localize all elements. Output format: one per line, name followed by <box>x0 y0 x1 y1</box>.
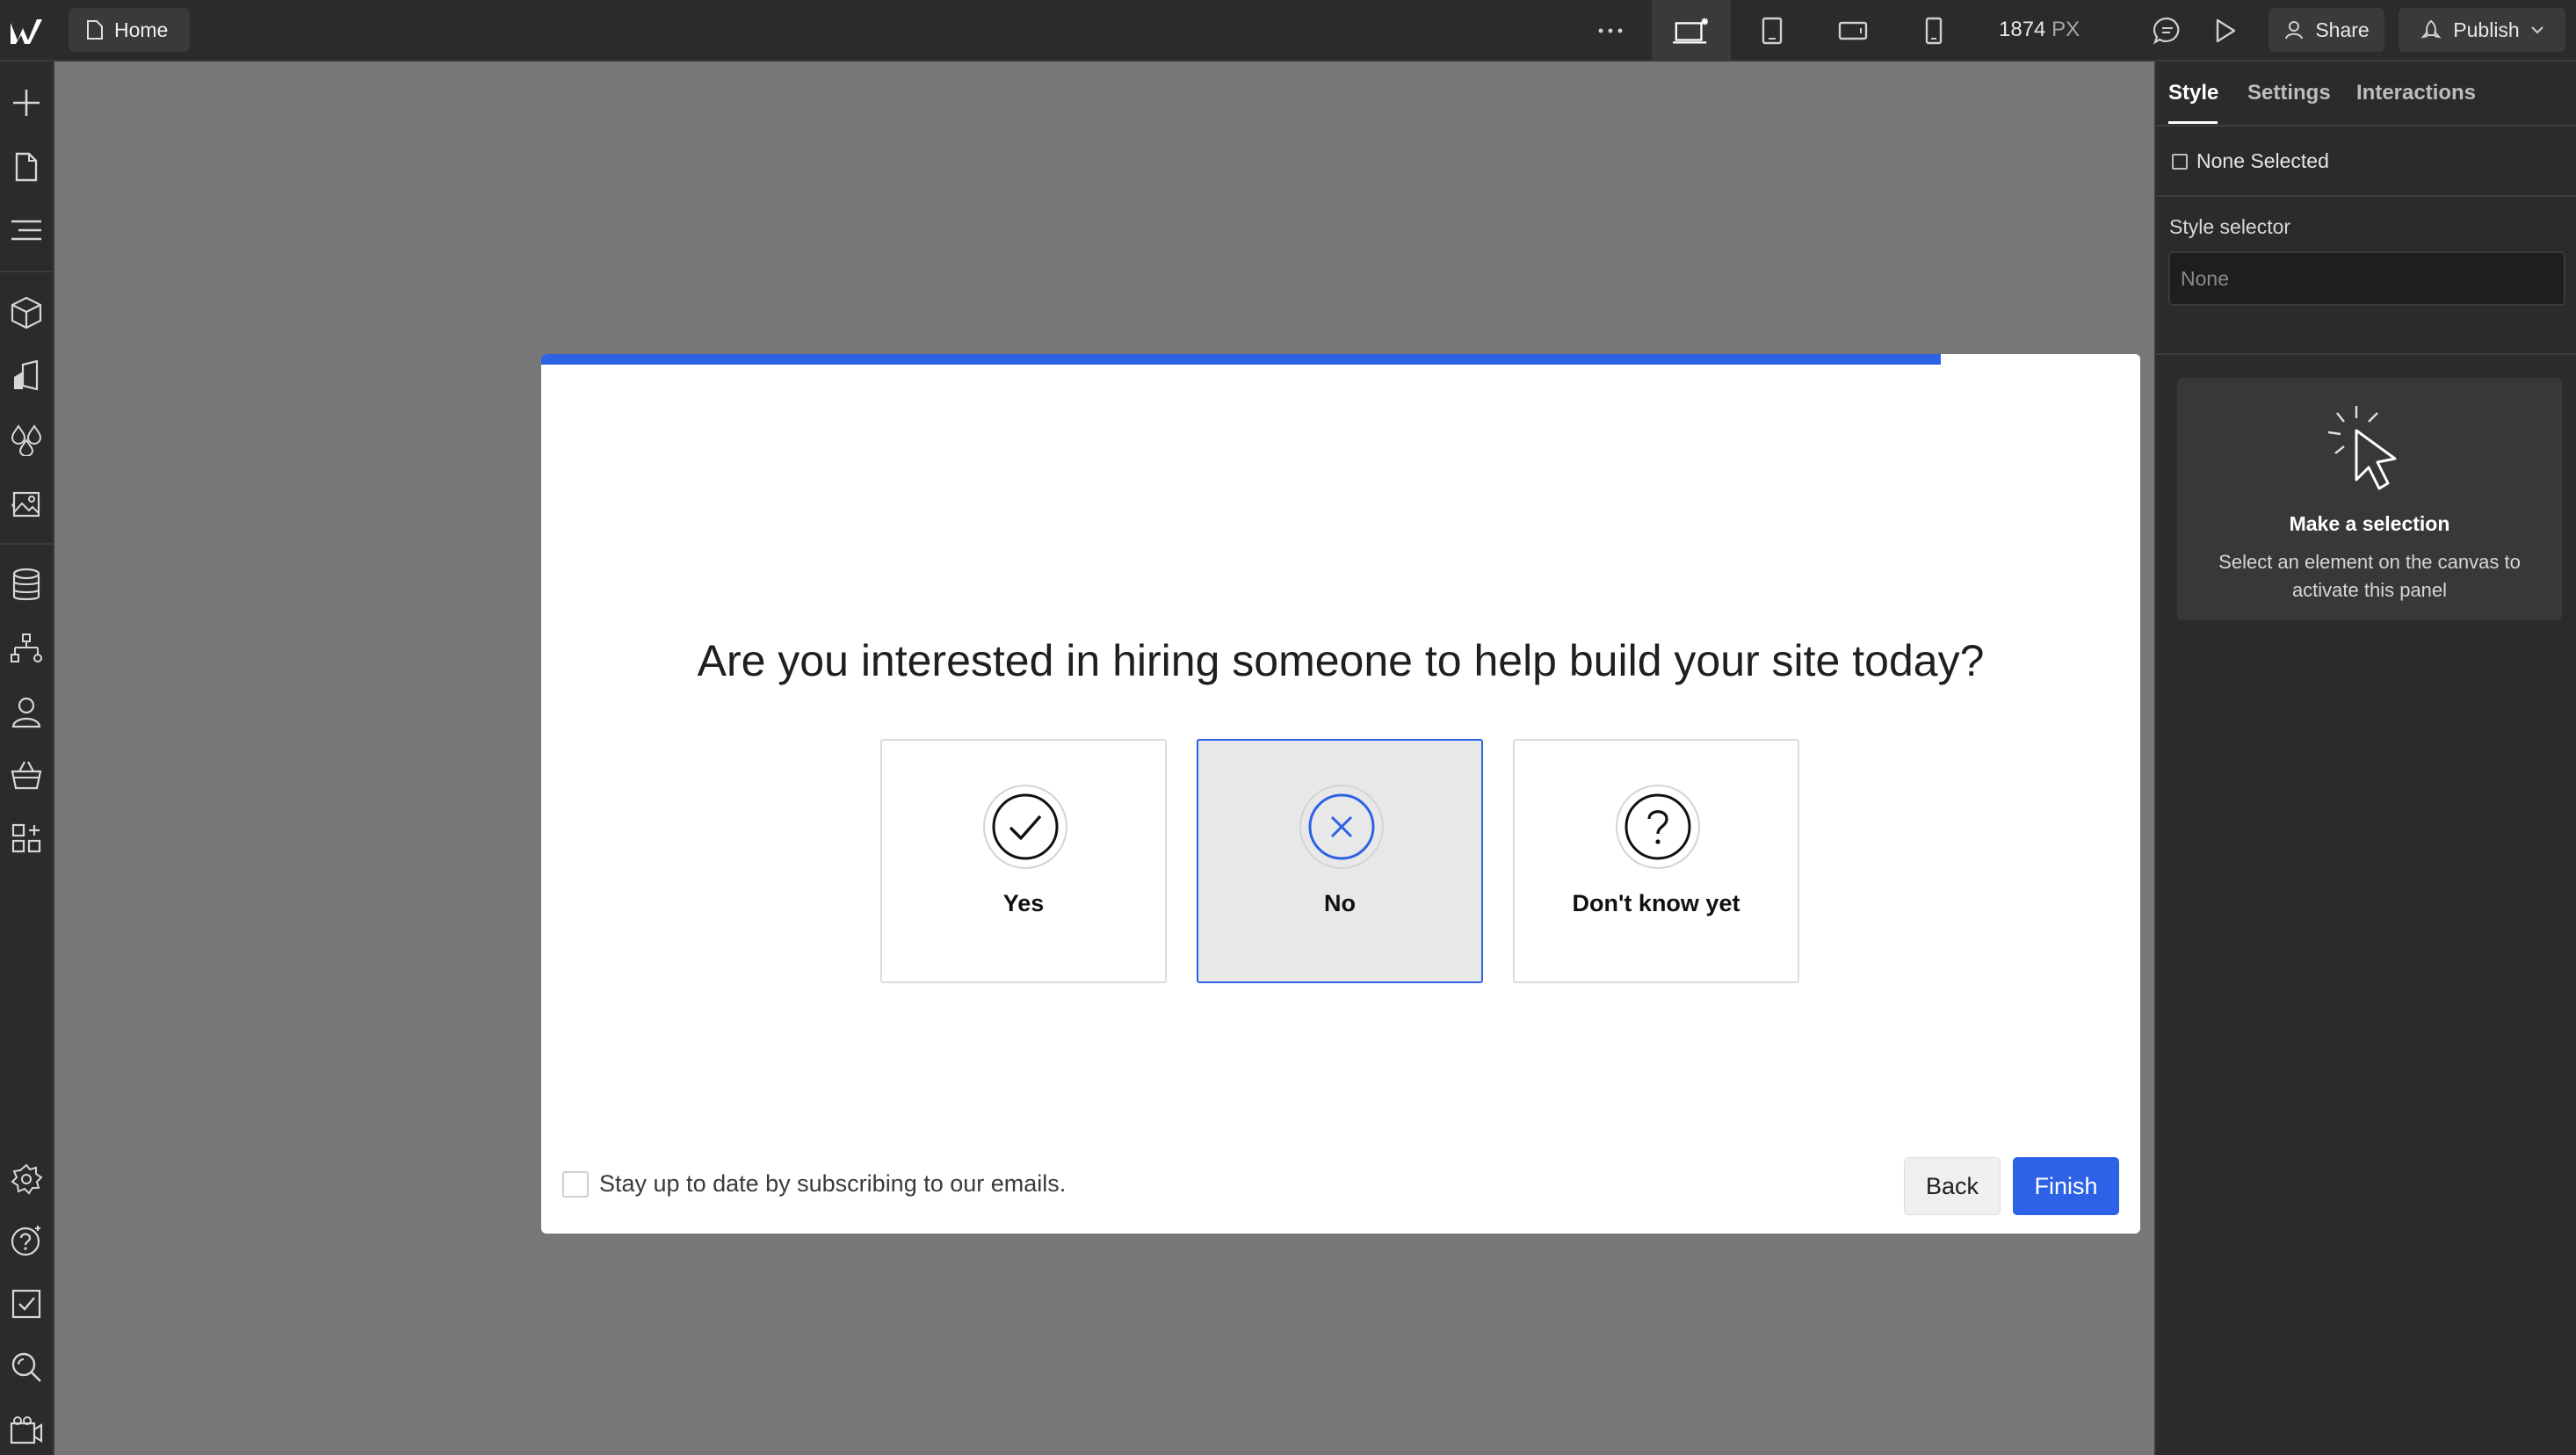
comments-icon[interactable] <box>2149 12 2186 49</box>
canvas-width-readout: 1874 PX <box>1999 18 2080 42</box>
panel-divider <box>2156 125 2576 127</box>
sidebar-divider <box>0 543 53 545</box>
panel-divider <box>2156 195 2576 197</box>
publish-button[interactable]: Publish <box>2399 8 2565 52</box>
none-selected-row: None Selected <box>2172 149 2329 173</box>
question-heading: Are you interested in hiring someone to … <box>697 636 1985 685</box>
chevron-down-icon <box>2530 25 2544 34</box>
search-icon[interactable] <box>7 1348 46 1386</box>
tab-interactions[interactable]: Interactions <box>2356 81 2476 105</box>
pages-icon[interactable] <box>7 148 46 186</box>
logic-icon[interactable] <box>7 629 46 668</box>
sidebar-divider <box>0 271 53 272</box>
option-yes[interactable]: Yes <box>880 739 1167 983</box>
subscribe-row: Stay up to date by subscribing to our em… <box>562 1170 1066 1198</box>
canvas-width-value: 1874 <box>1999 18 2046 41</box>
assets-icon[interactable] <box>7 483 46 522</box>
variables-icon[interactable] <box>7 420 46 459</box>
option-dont-know-yet-label: Don't know yet <box>1572 890 1740 916</box>
desktop-breakpoint-icon[interactable] <box>1673 12 1710 49</box>
style-selector-input[interactable] <box>2168 251 2565 306</box>
onboarding-modal: Are you interested in hiring someone to … <box>541 354 2140 1234</box>
mobile-landscape-breakpoint-icon[interactable] <box>1834 12 1871 49</box>
page-icon <box>86 19 104 40</box>
style-manager-icon[interactable] <box>7 357 46 395</box>
x-icon <box>1299 785 1384 869</box>
empty-selection-description: Select an element on the canvas to activ… <box>2218 551 2521 601</box>
publish-label: Publish <box>2453 18 2520 41</box>
option-dont-know-yet[interactable]: Don't know yet <box>1513 739 1799 983</box>
progress-bar-fill <box>541 354 1941 365</box>
cms-icon[interactable] <box>7 566 46 604</box>
tablet-breakpoint-icon[interactable] <box>1754 12 1791 49</box>
add-icon[interactable] <box>7 83 46 122</box>
design-canvas[interactable]: Are you interested in hiring someone to … <box>54 62 2154 1455</box>
selection-checkbox[interactable] <box>2172 153 2188 170</box>
video-icon[interactable] <box>7 1411 46 1450</box>
active-tab-indicator <box>2168 121 2218 124</box>
panel-divider <box>2156 353 2576 355</box>
finish-button[interactable]: Finish <box>2013 1157 2119 1215</box>
progress-bar <box>541 354 2140 365</box>
user-icon <box>2283 19 2305 40</box>
navigator-icon[interactable] <box>7 211 46 250</box>
subscribe-label: Stay up to date by subscribing to our em… <box>599 1170 1067 1197</box>
audit-icon[interactable] <box>7 1285 46 1323</box>
settings-icon[interactable] <box>7 1160 46 1198</box>
none-selected-label: None Selected <box>2196 149 2329 172</box>
help-icon[interactable] <box>7 1221 46 1260</box>
cursor-click-icon <box>2321 395 2418 501</box>
rocket-icon <box>2420 19 2442 40</box>
style-selector-label: Style selector <box>2169 215 2291 238</box>
mobile-portrait-breakpoint-icon[interactable] <box>1915 12 1952 49</box>
empty-selection-title: Make a selection <box>2289 512 2450 535</box>
share-label: Share <box>2315 18 2370 41</box>
empty-selection-card: Make a selection Select an element on th… <box>2177 378 2562 620</box>
option-no-label: No <box>1324 890 1356 916</box>
tab-settings[interactable]: Settings <box>2247 81 2331 105</box>
preview-play-icon[interactable] <box>2207 12 2244 49</box>
webflow-logo-icon[interactable] <box>7 12 47 49</box>
top-toolbar: Home 1874 PX Share Publish <box>0 0 2576 62</box>
users-icon[interactable] <box>7 692 46 731</box>
question-icon <box>1616 785 1700 869</box>
left-sidebar <box>0 62 54 1455</box>
canvas-width-unit: PX <box>2051 18 2080 41</box>
subscribe-checkbox[interactable] <box>562 1170 589 1198</box>
right-panel: Style Settings Interactions None Selecte… <box>2154 62 2576 1455</box>
page-selector-button[interactable]: Home <box>69 8 190 52</box>
share-button[interactable]: Share <box>2268 8 2384 52</box>
tab-style[interactable]: Style <box>2168 81 2218 105</box>
ecommerce-icon[interactable] <box>7 756 46 794</box>
apps-icon[interactable] <box>7 819 46 858</box>
check-icon <box>983 785 1067 869</box>
option-yes-label: Yes <box>1002 890 1045 916</box>
option-no[interactable]: No <box>1197 739 1483 983</box>
more-options-icon[interactable] <box>1592 12 1629 49</box>
components-icon[interactable] <box>7 293 46 332</box>
page-name: Home <box>114 18 169 41</box>
back-button[interactable]: Back <box>1904 1157 2001 1215</box>
